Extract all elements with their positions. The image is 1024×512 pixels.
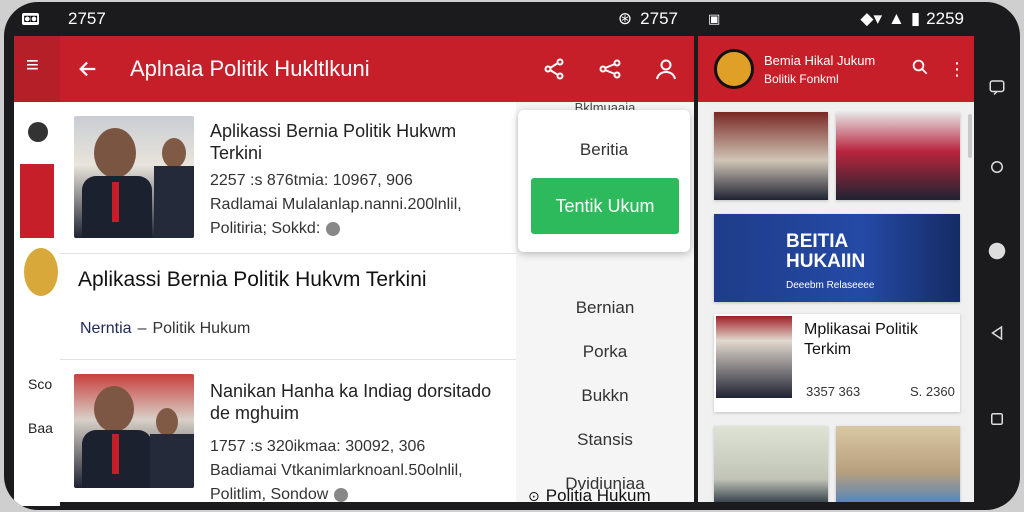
overview-button[interactable]	[986, 408, 1008, 430]
menu-item[interactable]: Bukkn	[516, 386, 694, 406]
news-meta: 2257 :s 876tmia: 10967, 906	[210, 172, 413, 189]
status-bar-main: 2757 ⊛ 2757	[68, 2, 688, 36]
user-icon	[656, 59, 676, 80]
share-icon	[544, 58, 564, 80]
feature-title: Aplikassi Bernia Politik Hukvm Terkini	[78, 268, 427, 291]
account-button[interactable]	[638, 36, 694, 102]
scrollbar[interactable]	[968, 114, 972, 158]
logo-icon	[28, 122, 48, 142]
alarm-icon: ▣	[708, 11, 721, 26]
menu-item[interactable]: Stansis	[516, 430, 694, 450]
search-icon: ⊙	[528, 487, 540, 504]
home-icon	[988, 242, 1006, 260]
device-frame: ◘◘ 2757 ⊛ 2757 ▣ ◆▾ ▲ ▮ 2259 ≡ Sco Baa A…	[4, 2, 1020, 510]
menu-item-selected[interactable]: Tentik Ukum	[531, 178, 679, 234]
menu-item[interactable]: Beritia	[518, 140, 690, 160]
menu-popup: Beritia Tentik Ukum	[518, 110, 690, 252]
left-label: Baa	[28, 420, 53, 436]
status-time-right: 2259	[926, 9, 964, 28]
news-title: Aplikassi Bernia Politik Hukwm Terkini	[210, 121, 457, 163]
back-nav-button[interactable]	[986, 322, 1008, 344]
app-logo	[714, 49, 754, 89]
share-alt-button[interactable]	[582, 36, 638, 102]
news-meta: 1757 :s 320ikmaa: 30092, 306	[210, 438, 426, 455]
status-time: 2757	[68, 9, 106, 28]
emblem-icon	[24, 248, 58, 296]
menu-icon[interactable]: ≡	[14, 36, 60, 78]
background-app[interactable]: ≡ Sco Baa	[14, 36, 60, 506]
recents-circle-button[interactable]	[986, 156, 1008, 178]
notification-icon: ◘◘	[22, 13, 40, 25]
circle-icon	[991, 161, 1003, 173]
menu-item[interactable]: Bernian	[516, 298, 694, 318]
thumbnail[interactable]	[20, 164, 54, 238]
news-category: Politlim, Sondow	[210, 486, 329, 502]
status-time-secondary: 2757	[640, 9, 678, 28]
back-button[interactable]	[60, 36, 116, 102]
grid-thumbnail[interactable]	[714, 426, 828, 502]
news-meta: 3357 363	[806, 384, 861, 399]
left-label: Sco	[28, 376, 53, 392]
grid-thumbnail[interactable]	[836, 426, 960, 502]
news-thumbnail[interactable]	[74, 116, 194, 238]
more-options-button[interactable]: ⋮	[940, 59, 974, 80]
category-menu: Bklmuaaia Beritia Tentik Ukum Bernian Po…	[516, 100, 694, 502]
battery-icon: ▮	[910, 9, 921, 28]
news-thumbnail[interactable]	[74, 374, 194, 488]
news-meta: Radlamai Mulalanlap.nanni.200lnlil,	[210, 196, 462, 213]
assistant-button[interactable]	[986, 76, 1008, 98]
back-arrow-icon	[79, 61, 96, 77]
main-app: Aplnaia Politik Hukltlkuni Aplikassi Ber…	[60, 36, 694, 502]
banner-card[interactable]: BEITIA HUKAIIN Deeebm Relaseeee	[714, 214, 960, 302]
more-vert-icon: ⋮	[948, 58, 966, 79]
triangle-back-icon	[991, 325, 1003, 341]
news-thumbnail[interactable]	[716, 316, 792, 398]
system-nav-bar	[974, 36, 1020, 506]
search-button[interactable]	[900, 58, 940, 81]
news-meta: S. 2360	[910, 384, 955, 399]
app-bar: Aplnaia Politik Hukltlkuni	[60, 36, 694, 102]
banner-subtitle: Deeebm Relaseeee	[786, 280, 875, 291]
news-card[interactable]: Aplikassi Bernia Politik Hukwm Terkini 2…	[60, 102, 516, 254]
feature-block[interactable]: Aplikassi Bernia Politik Hukvm Terkini N…	[60, 254, 516, 360]
menu-footer[interactable]: ⊙ Politia Hukum	[528, 486, 651, 506]
status-bar-left: ◘◘	[22, 2, 62, 36]
feature-separator: –	[137, 320, 147, 337]
feature-category: Nerntia	[80, 320, 132, 337]
search-icon	[912, 59, 928, 74]
square-icon	[991, 413, 1003, 425]
status-bar-right: ▣ ◆▾ ▲ ▮ 2259	[704, 2, 970, 36]
banner-title: BEITIA HUKAIIN	[786, 231, 866, 272]
menu-footer-label: Politia Hukum	[545, 486, 651, 505]
signal-icon: ◆▾	[860, 9, 882, 28]
menu-item[interactable]: Porka	[516, 342, 694, 362]
grid-thumbnail[interactable]	[836, 112, 960, 200]
news-title: Nanikan Hanha ka Indiag dorsitado de mgh…	[210, 381, 492, 423]
news-card[interactable]: Nanikan Hanha ka Indiag dorsitado de mgh…	[60, 360, 516, 502]
wifi-icon: ▲	[887, 9, 905, 28]
share-alt-icon	[599, 59, 621, 79]
feature-subcategory: Politik Hukum	[152, 320, 251, 337]
split-app-subtitle: Bolitik Fonkml	[764, 71, 839, 86]
assistant-icon	[989, 80, 1005, 96]
share-button[interactable]	[526, 36, 582, 102]
split-app-bar: Bemia Hikal Jukum Bolitik Fonkml ⋮	[698, 36, 974, 102]
clock-icon	[334, 488, 349, 502]
grid-thumbnail[interactable]	[714, 112, 828, 200]
news-meta: Badiamai Vtkanimlarknoanl.50olnlil,	[210, 462, 463, 479]
alarm-icon: ⊛	[617, 9, 633, 28]
home-button[interactable]	[986, 240, 1008, 262]
news-card[interactable]: Mplikasai Politik Terkim 3357 363 S. 236…	[714, 314, 960, 412]
split-app-title: Bemia Hikal Jukum	[764, 52, 876, 68]
page-title: Aplnaia Politik Hukltlkuni	[130, 56, 370, 81]
news-category: Politiria; Sokkd:	[210, 220, 321, 237]
split-app: Bemia Hikal Jukum Bolitik Fonkml ⋮ BEITI…	[698, 36, 974, 502]
news-title: Mplikasai Politik Terkim	[804, 321, 918, 358]
background-app-bar: ≡	[14, 36, 60, 102]
clock-icon	[326, 222, 341, 236]
